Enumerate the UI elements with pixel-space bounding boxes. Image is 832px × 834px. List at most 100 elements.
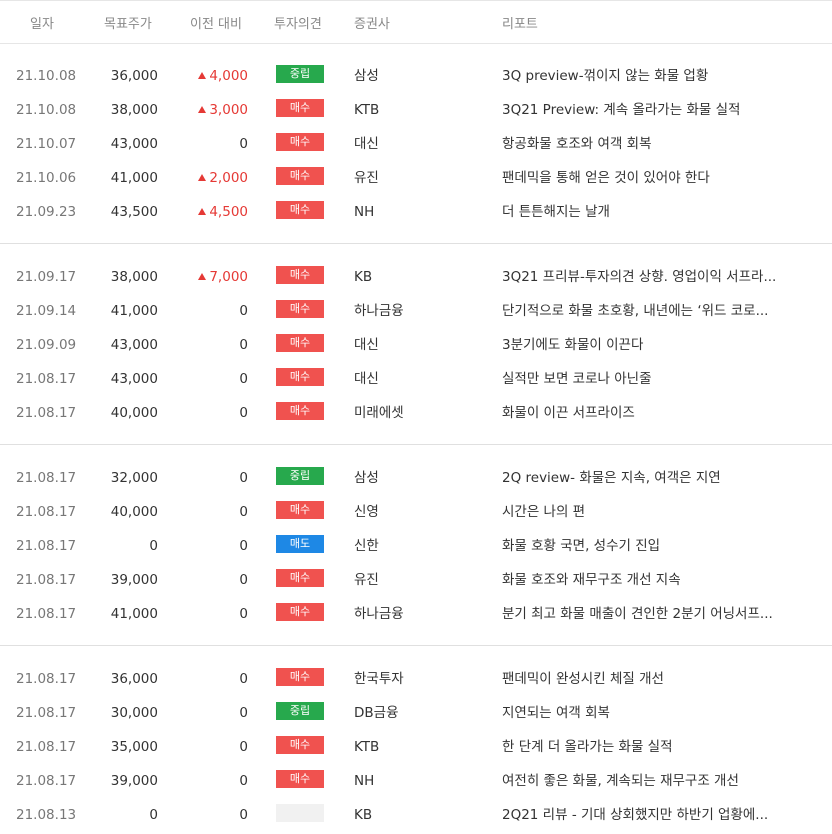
opinion-badge: 매수 xyxy=(276,99,324,117)
table-row[interactable]: 21.08.17 43,000 0 매수 대신 실적만 보면 코로나 아닌줄 xyxy=(0,362,832,396)
report-title-link[interactable]: 3Q21 Preview: 계속 올라가는 화물 실적 xyxy=(502,101,812,119)
broker-name: KTB xyxy=(354,102,380,118)
report-date: 21.08.17 xyxy=(16,572,77,588)
target-price: 39,000 xyxy=(110,773,158,789)
price-change-value: 0 xyxy=(239,504,248,520)
price-change: 0 xyxy=(168,302,248,320)
report-date: 21.08.17 xyxy=(16,538,77,554)
price-change-value: 0 xyxy=(239,671,248,687)
opinion-badge: 매도 xyxy=(276,535,324,553)
opinion-badge: 매수 xyxy=(276,368,324,386)
target-price: 40,000 xyxy=(110,405,158,421)
table-row[interactable]: 21.09.23 43,500 4,500 매수 NH 더 튼튼해지는 날개 xyxy=(0,195,832,229)
broker-name: KB xyxy=(354,269,373,285)
opinion-badge: 매수 xyxy=(276,668,324,686)
table-row[interactable]: 21.08.17 40,000 0 매수 미래에셋 화물이 이끈 서프라이즈 xyxy=(0,396,832,430)
report-date: 21.08.17 xyxy=(16,671,77,687)
report-title-link[interactable]: 화물이 이끈 서프라이즈 xyxy=(502,404,812,422)
opinion-badge xyxy=(276,804,324,822)
price-change: 0 xyxy=(168,571,248,589)
opinion-badge: 매수 xyxy=(276,133,324,151)
table-row[interactable]: 21.08.17 39,000 0 매수 NH 여전히 좋은 화물, 계속되는 재무구조 … xyxy=(0,764,832,798)
opinion-badge: 매수 xyxy=(276,736,324,754)
table-row[interactable]: 21.08.17 41,000 0 매수 하나금융 분기 최고 화물 매출이 견인한 2분… xyxy=(0,597,832,631)
column-header-broker[interactable]: 증권사 xyxy=(354,13,390,32)
report-title-link[interactable]: 팬데믹을 통해 얻은 것이 있어야 한다 xyxy=(502,169,812,187)
opinion-badge: 매수 xyxy=(276,402,324,420)
report-date: 21.08.17 xyxy=(16,504,77,520)
price-change-value: 0 xyxy=(239,807,248,823)
price-change-value: 0 xyxy=(239,303,248,319)
report-title-link[interactable]: 화물 호황 국면, 성수기 진입 xyxy=(502,537,812,555)
table-row[interactable]: 21.09.17 38,000 7,000 매수 KB 3Q21 프리뷰-투자의견 상향.… xyxy=(0,260,832,294)
table-row[interactable]: 21.08.17 30,000 0 중립 DB금융 지연되는 여객 회복 xyxy=(0,696,832,730)
price-change-value: 0 xyxy=(239,606,248,622)
broker-name: 신영 xyxy=(354,504,379,520)
broker-name: 유진 xyxy=(354,170,379,186)
price-change: 0 xyxy=(168,503,248,521)
report-title-link[interactable]: 3Q preview-꺾이지 않는 화물 업황 xyxy=(502,67,812,85)
price-change: 4,500 xyxy=(168,203,248,221)
report-title-link[interactable]: 더 튼튼해지는 날개 xyxy=(502,203,812,221)
report-title-link[interactable]: 단기적으로 화물 초호황, 내년에는 ‘위드 코로... xyxy=(502,302,812,320)
report-title-link[interactable]: 팬데믹이 완성시킨 체질 개선 xyxy=(502,670,812,688)
opinion-badge: 매수 xyxy=(276,201,324,219)
broker-name: 신한 xyxy=(354,538,379,554)
broker-name: KB xyxy=(354,807,373,823)
opinion-badge: 매수 xyxy=(276,334,324,352)
broker-name: 대신 xyxy=(354,371,379,387)
report-title-link[interactable]: 3Q21 프리뷰-투자의견 상향. 영업이익 서프라... xyxy=(502,268,812,286)
table-row[interactable]: 21.10.07 43,000 0 매수 대신 항공화물 호조와 여객 회복 xyxy=(0,127,832,161)
target-price: 39,000 xyxy=(110,572,158,588)
report-title-link[interactable]: 2Q review- 화물은 지속, 여객은 지연 xyxy=(502,469,812,487)
table-row[interactable]: 21.08.17 36,000 0 매수 한국투자 팬데믹이 완성시킨 체질 개선 xyxy=(0,662,832,696)
table-row[interactable]: 21.10.08 38,000 3,000 매수 KTB 3Q21 Preview: 계속… xyxy=(0,93,832,127)
broker-name: DB금융 xyxy=(354,705,399,721)
table-row[interactable]: 21.08.17 40,000 0 매수 신영 시간은 나의 편 xyxy=(0,495,832,529)
target-price: 43,500 xyxy=(110,204,158,220)
report-title-link[interactable]: 여전히 좋은 화물, 계속되는 재무구조 개선 xyxy=(502,772,812,790)
report-date: 21.08.17 xyxy=(16,773,77,789)
column-header-opinion[interactable]: 투자의견 xyxy=(274,13,322,32)
column-header-date[interactable]: 일자 xyxy=(30,13,54,32)
table-row[interactable]: 21.10.06 41,000 2,000 매수 유진 팬데믹을 통해 얻은 것이 있어야… xyxy=(0,161,832,195)
report-title-link[interactable]: 시간은 나의 편 xyxy=(502,503,812,521)
table-row[interactable]: 21.09.09 43,000 0 매수 대신 3분기에도 화물이 이끈다 xyxy=(0,328,832,362)
row-group: 21.08.17 32,000 0 중립 삼성 2Q review- 화물은 지속, 여객… xyxy=(0,445,832,646)
report-title-link[interactable]: 지연되는 여객 회복 xyxy=(502,704,812,722)
report-title-link[interactable]: 3분기에도 화물이 이끈다 xyxy=(502,336,812,354)
column-header-report[interactable]: 리포트 xyxy=(502,13,538,32)
column-header-target-price[interactable]: 목표주가 xyxy=(104,13,152,32)
table-row[interactable]: 21.10.08 36,000 4,000 중립 삼성 3Q preview-꺾이지 않는… xyxy=(0,59,832,93)
report-title-link[interactable]: 분기 최고 화물 매출이 견인한 2분기 어닝서프... xyxy=(502,605,812,623)
report-date: 21.10.07 xyxy=(16,136,77,152)
price-change-value: 3,000 xyxy=(209,102,248,118)
price-change-value: 0 xyxy=(239,773,248,789)
report-title-link[interactable]: 2Q21 리뷰 - 기대 상회했지만 하반기 업황에... xyxy=(502,806,812,824)
opinion-badge: 중립 xyxy=(276,65,324,83)
price-change: 0 xyxy=(168,469,248,487)
table-row[interactable]: 21.08.13 0 0 KB 2Q21 리뷰 - 기대 상회했지만 하반기 업황에..… xyxy=(0,798,832,832)
broker-name: 하나금융 xyxy=(354,606,404,622)
price-change: 0 xyxy=(168,670,248,688)
report-title-link[interactable]: 항공화물 호조와 여객 회복 xyxy=(502,135,812,153)
column-header-change[interactable]: 이전 대비 xyxy=(190,13,242,32)
report-date: 21.09.23 xyxy=(16,204,77,220)
table-row[interactable]: 21.08.17 39,000 0 매수 유진 화물 호조와 재무구조 개선 지속 xyxy=(0,563,832,597)
report-date: 21.09.14 xyxy=(16,303,77,319)
price-change-value: 0 xyxy=(239,705,248,721)
table-row[interactable]: 21.08.17 0 0 매도 신한 화물 호황 국면, 성수기 진입 xyxy=(0,529,832,563)
broker-name: 미래에셋 xyxy=(354,405,404,421)
table-row[interactable]: 21.09.14 41,000 0 매수 하나금융 단기적으로 화물 초호황, 내년에는 … xyxy=(0,294,832,328)
report-date: 21.10.06 xyxy=(16,170,77,186)
triangle-up-icon xyxy=(198,106,207,113)
opinion-badge: 매수 xyxy=(276,266,324,284)
table-row[interactable]: 21.08.17 32,000 0 중립 삼성 2Q review- 화물은 지속, 여객… xyxy=(0,461,832,495)
table-header: 일자 목표주가 이전 대비 투자의견 증권사 리포트 xyxy=(0,0,832,44)
broker-name: 대신 xyxy=(354,337,379,353)
report-title-link[interactable]: 한 단계 더 올라가는 화물 실적 xyxy=(502,738,812,756)
price-change-value: 4,000 xyxy=(209,68,248,84)
report-title-link[interactable]: 화물 호조와 재무구조 개선 지속 xyxy=(502,571,812,589)
report-title-link[interactable]: 실적만 보면 코로나 아닌줄 xyxy=(502,370,812,388)
table-row[interactable]: 21.08.17 35,000 0 매수 KTB 한 단계 더 올라가는 화물 실적 xyxy=(0,730,832,764)
